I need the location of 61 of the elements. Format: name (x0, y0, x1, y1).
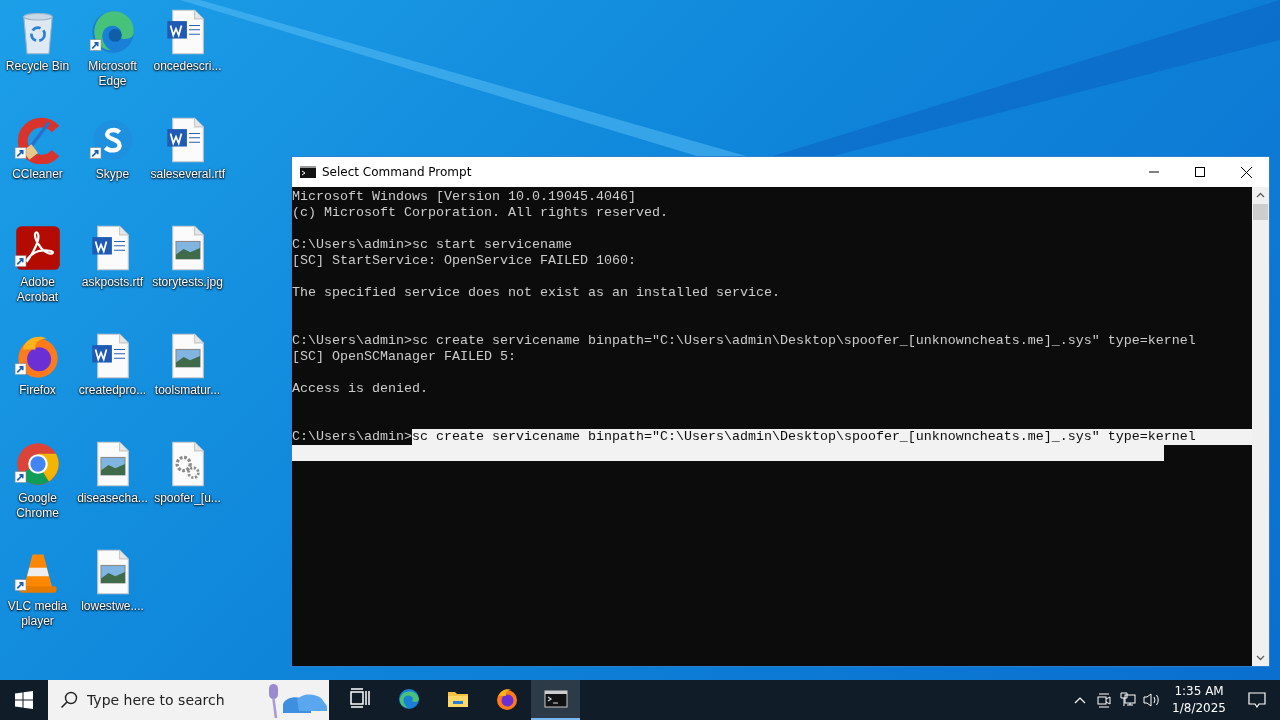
image-file-icon (96, 441, 129, 487)
desktop-icon-label[interactable]: Adobe Acrobat (0, 275, 75, 305)
word-document-icon (166, 117, 204, 163)
desktop-icon-label[interactable]: createdpro... (78, 383, 147, 398)
task-view-icon (347, 687, 372, 711)
desktop-icon-label[interactable]: Skype (95, 167, 130, 182)
desktop-icon-label[interactable]: Firefox (19, 383, 56, 398)
desktop-icon-label[interactable]: Google Chrome (0, 491, 75, 521)
image-file-icon (96, 549, 129, 595)
desktop-icon-label[interactable]: saleseveral.rtf (150, 167, 225, 182)
console-text: [SC] StartService: OpenService FAILED 1060: (292, 253, 636, 269)
desktop-icon-label[interactable]: storytests.jpg (152, 275, 223, 290)
desktop-icon-label[interactable]: oncedescri... (153, 59, 222, 74)
image-file-icon (171, 333, 204, 379)
desktop-icon-label[interactable]: CCleaner (12, 167, 63, 182)
console-text: C:\Users\admin> (292, 429, 412, 445)
desktop-icon-label[interactable]: Microsoft Edge (75, 59, 150, 89)
console-text: (c) Microsoft Corporation. All rights reserved. (292, 205, 668, 221)
skype-icon (92, 120, 133, 160)
desktop-icon-label[interactable]: askposts.rtf (81, 275, 144, 290)
desktop-icon-label[interactable]: diseasecha... (77, 491, 148, 506)
image-file-icon (171, 225, 204, 271)
console-text: Microsoft Windows [Version 10.0.19045.4046] (292, 189, 636, 205)
desktop-icon-label[interactable]: toolsmatur... (154, 383, 221, 398)
firefox-icon (17, 336, 58, 378)
traffic-cone-icon (18, 554, 57, 593)
console-text: [SC] OpenSCManager FAILED 5: (292, 349, 516, 365)
recycle-bin-icon (22, 12, 53, 55)
search-icon (60, 691, 78, 709)
desktop-icon-label[interactable]: spoofer_[u... (154, 491, 221, 506)
firefox-icon (494, 687, 519, 711)
search-field[interactable]: Type here to search (48, 680, 329, 720)
scroll-thumb[interactable] (1253, 204, 1268, 220)
console-text: C:\Users\admin>sc start servicename (292, 237, 572, 253)
chrome-icon (16, 443, 59, 485)
gear-file-icon (171, 441, 204, 487)
window-title: Select Command Prompt (322, 165, 473, 179)
console-text: The specified service does not exist as an installed service. (292, 285, 780, 301)
windows-logo-icon (15, 691, 33, 709)
close-icon (1240, 166, 1252, 178)
console-text: C:\Users\admin>sc create servicename binpath="C:\Users\admin\Desktop\spoofer_[unknowncheats.me]_.sys" type=kernel (292, 333, 1196, 349)
browser-icon (396, 687, 421, 711)
scrollbar[interactable] (1252, 187, 1269, 666)
browser-icon (91, 11, 134, 53)
console-text: Access is denied. (292, 381, 428, 397)
desktop-icon-label[interactable]: VLC media player (0, 599, 75, 629)
desktop-icon-label[interactable]: Recycle Bin (5, 59, 70, 74)
pdf-icon (15, 226, 60, 270)
word-document-icon (91, 225, 129, 271)
minimize-icon (1149, 171, 1159, 173)
terminal-icon (543, 687, 568, 711)
clock-time: 1:35 AM (1174, 683, 1224, 700)
word-document-icon (91, 333, 129, 379)
clock-date: 1/8/2025 (1172, 700, 1226, 717)
maximize-icon (1195, 167, 1205, 177)
clock[interactable]: 1:35 AM 1/8/2025 (1164, 680, 1234, 720)
brush-icon (17, 117, 59, 164)
word-document-icon (166, 9, 204, 55)
taskbar-app-button[interactable] (531, 680, 580, 720)
terminal-icon (300, 166, 316, 178)
desktop-icon-label[interactable]: lowestwe.... (81, 599, 144, 614)
